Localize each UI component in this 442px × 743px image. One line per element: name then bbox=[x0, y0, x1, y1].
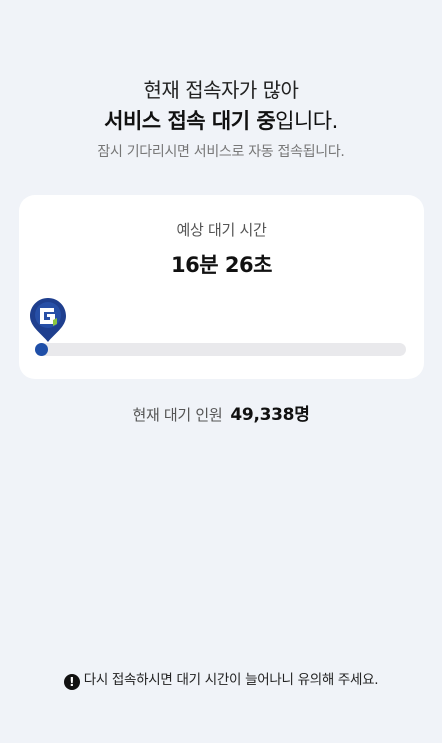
queue-count-row: 현재 대기 인원 49,338명 bbox=[0, 400, 442, 425]
estimated-time-value: 16분 26초 bbox=[171, 253, 272, 277]
queue-progress-track bbox=[35, 343, 406, 356]
queue-header: 현재 접속자가 많아 서비스 접속 대기 중입니다. 잠시 기다리시면 서비스로… bbox=[0, 76, 442, 162]
queue-progress-indicator bbox=[35, 343, 48, 356]
location-pin-icon bbox=[30, 298, 66, 342]
header-subtitle: 잠시 기다리시면 서비스로 자동 접속됩니다. bbox=[97, 144, 345, 160]
header-line-2: 서비스 접속 대기 중입니다. bbox=[0, 106, 442, 136]
reconnect-notice-text: 다시 접속하시면 대기 시간이 늘어나니 유의해 주세요. bbox=[83, 672, 379, 688]
header-line-2-bold: 서비스 접속 대기 중 bbox=[104, 109, 276, 133]
header-line-2-rest: 입니다. bbox=[275, 109, 338, 133]
estimated-time-label: 예상 대기 시간 bbox=[176, 221, 267, 239]
queue-count-value: 49,338명 bbox=[230, 405, 310, 425]
header-line-1: 현재 접속자가 많아 bbox=[143, 78, 299, 102]
reconnect-notice: ! 다시 접속하시면 대기 시간이 늘어나니 유의해 주세요. bbox=[0, 668, 442, 690]
wait-time-card: 예상 대기 시간 16분 26초 bbox=[19, 195, 424, 379]
queue-count-label: 현재 대기 인원 bbox=[132, 406, 223, 424]
warning-icon: ! bbox=[63, 674, 80, 690]
